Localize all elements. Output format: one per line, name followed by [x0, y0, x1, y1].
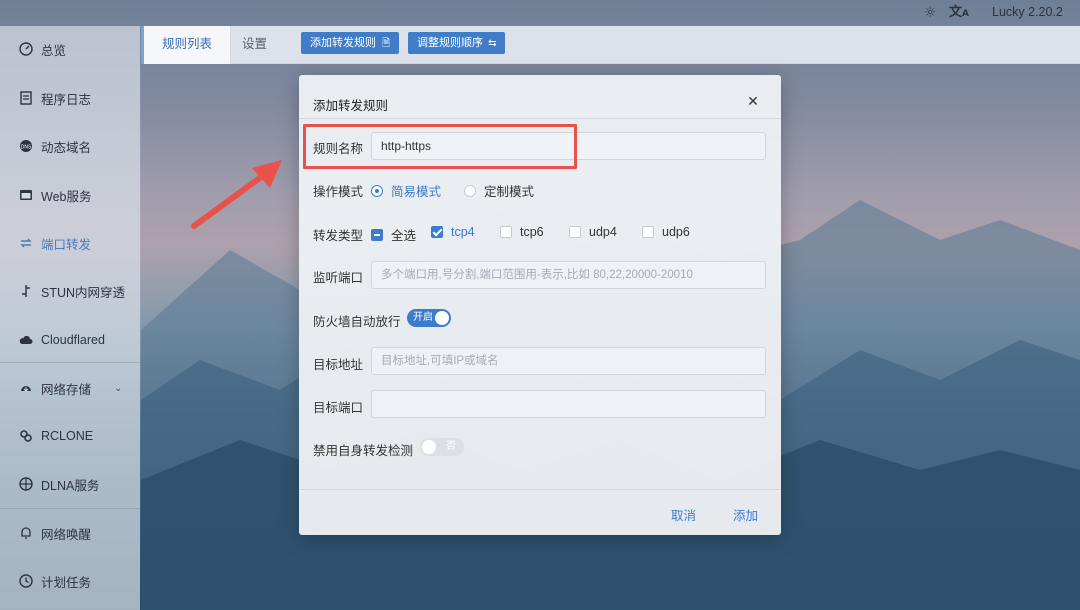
target-address-input[interactable]: 目标地址,可填IP或域名 — [371, 347, 766, 375]
clock-icon — [18, 573, 34, 589]
document-icon: 🗎 — [382, 38, 391, 49]
top-bar: ☼ 文A Lucky 2.20.2 — [0, 0, 1080, 26]
sidebar-item-port-forward[interactable]: 端口转发 — [0, 225, 140, 261]
sidebar-item-label: Web服务 — [41, 189, 92, 204]
target-address-label: 目标地址 — [313, 358, 364, 372]
self-check-toggle[interactable]: 否 — [420, 438, 464, 456]
sidebar-divider — [0, 508, 140, 509]
toggle-text: 开启 — [413, 312, 433, 323]
checkbox-box — [431, 226, 443, 238]
dialog-divider — [299, 489, 781, 490]
bell-icon — [18, 525, 34, 541]
sidebar-item-logs[interactable]: 程序日志 — [0, 80, 140, 116]
sidebar-item-stun[interactable]: STUN内网穿透 — [0, 273, 140, 309]
checkbox-udp4[interactable]: udp4 — [569, 225, 617, 239]
sidebar-item-label: 端口转发 — [41, 237, 92, 252]
checkbox-tcp4[interactable]: tcp4 — [431, 225, 475, 239]
tab-bar: 规则列表 设置 添加转发规则 🗎 调整规则顺序 ⇆ — [141, 26, 1080, 64]
sidebar-item-label: 程序日志 — [41, 92, 92, 107]
checkbox-box — [569, 226, 581, 238]
annotation-arrow-icon — [191, 160, 282, 229]
radio-dot — [371, 184, 383, 197]
sidebar-item-label: STUN内网穿透 — [41, 285, 126, 300]
tab-rule-list[interactable]: 规则列表 — [141, 26, 232, 64]
sidebar-divider — [0, 362, 140, 363]
version-label: Lucky 2.20.2 — [992, 5, 1063, 19]
sidebar-item-web[interactable]: Web服务 — [0, 177, 140, 213]
close-icon[interactable]: ✕ — [744, 92, 762, 110]
checkbox-select-all[interactable]: 全选 — [371, 225, 416, 244]
tab-settings[interactable]: 设置 — [242, 26, 267, 64]
sidebar-item-label: 网络存储 — [41, 382, 92, 397]
radio-label: 定制模式 — [484, 185, 535, 199]
checkbox-box — [500, 226, 512, 238]
sidebar-item-schedule[interactable]: 计划任务 — [0, 563, 140, 599]
checkbox-udp6[interactable]: udp6 — [642, 225, 690, 239]
checkbox-box — [371, 228, 383, 241]
sidebar-item-label: 计划任务 — [41, 575, 92, 590]
web-service-icon — [18, 187, 34, 203]
firewall-label: 防火墙自动放行 — [313, 315, 401, 329]
radio-label: 简易模式 — [391, 185, 442, 199]
checkbox-label: 全选 — [391, 229, 417, 243]
self-check-label: 禁用自身转发检测 — [313, 444, 414, 458]
sidebar-item-label: RCLONE — [41, 429, 94, 443]
checkbox-label: udp6 — [662, 225, 690, 239]
port-forward-icon — [18, 235, 34, 251]
add-rule-button[interactable]: 添加转发规则 🗎 — [301, 32, 400, 54]
toggle-knob — [422, 440, 436, 454]
target-port-input[interactable] — [371, 390, 766, 418]
checkbox-label: tcp4 — [451, 225, 475, 239]
sidebar-item-label: DLNA服务 — [41, 478, 100, 493]
radio-dot — [464, 184, 476, 197]
radio-simple-mode[interactable]: 简易模式 — [371, 181, 441, 200]
target-port-label: 目标端口 — [313, 401, 364, 415]
chevron-down-icon: ⌄ — [114, 382, 123, 394]
stun-icon — [18, 283, 34, 299]
sun-icon[interactable]: ☼ — [921, 4, 939, 22]
reorder-label: 调整规则顺序 — [417, 37, 483, 49]
listen-port-input[interactable]: 多个端口用,号分割,端口范围用-表示,比如 80,22,20000-20010 — [371, 261, 766, 289]
sidebar-item-label: 总览 — [41, 43, 67, 58]
svg-text:DNS: DNS — [21, 145, 32, 151]
sidebar-item-ddns[interactable]: DNS 动态域名 — [0, 128, 140, 164]
listen-port-label: 监听端口 — [313, 271, 364, 285]
sidebar-item-storage[interactable]: 网络存储 ⌄ — [0, 370, 140, 406]
sidebar-item-label: Cloudflared — [41, 333, 105, 347]
forward-type-label: 转发类型 — [313, 229, 364, 243]
log-icon — [18, 90, 34, 106]
dashboard-icon — [18, 41, 34, 57]
cancel-button[interactable]: 取消 — [671, 505, 696, 524]
sidebar-item-label: 动态域名 — [41, 140, 92, 155]
dialog-title: 添加转发规则 — [313, 99, 389, 113]
annotation-highlight-box — [303, 124, 577, 169]
cloud-icon — [18, 332, 34, 348]
sidebar: 总览 程序日志 DNS 动态域名 Web服务 端口转发 STUN内网穿透 Clo… — [0, 26, 140, 610]
dlna-icon — [18, 476, 34, 492]
storage-icon — [18, 380, 34, 396]
sidebar-item-cloudflared[interactable]: Cloudflared — [0, 322, 140, 358]
firewall-toggle[interactable]: 开启 — [407, 309, 451, 327]
sidebar-item-label: 网络唤醒 — [41, 527, 92, 542]
toggle-text: 否 — [446, 441, 456, 452]
rclone-icon — [18, 428, 34, 444]
reorder-rules-button[interactable]: 调整规则顺序 ⇆ — [408, 32, 506, 54]
translate-icon[interactable]: 文A — [949, 3, 971, 23]
checkbox-label: tcp6 — [520, 225, 544, 239]
checkbox-tcp6[interactable]: tcp6 — [500, 225, 544, 239]
add-rule-label: 添加转发规则 — [310, 37, 376, 49]
checkbox-label: udp4 — [589, 225, 617, 239]
sidebar-item-overview[interactable]: 总览 — [0, 31, 140, 67]
sidebar-item-rclone[interactable]: RCLONE — [0, 418, 140, 454]
mode-label: 操作模式 — [313, 185, 364, 199]
radio-custom-mode[interactable]: 定制模式 — [464, 181, 534, 200]
sidebar-item-wol[interactable]: 网络唤醒 — [0, 515, 140, 551]
sidebar-item-dlna[interactable]: DLNA服务 — [0, 466, 140, 502]
add-button[interactable]: 添加 — [733, 505, 758, 524]
ddns-icon: DNS — [18, 138, 34, 154]
checkbox-box — [642, 226, 654, 238]
sort-icon: ⇆ — [488, 38, 497, 49]
toggle-knob — [435, 311, 449, 325]
dialog-divider — [299, 118, 781, 119]
